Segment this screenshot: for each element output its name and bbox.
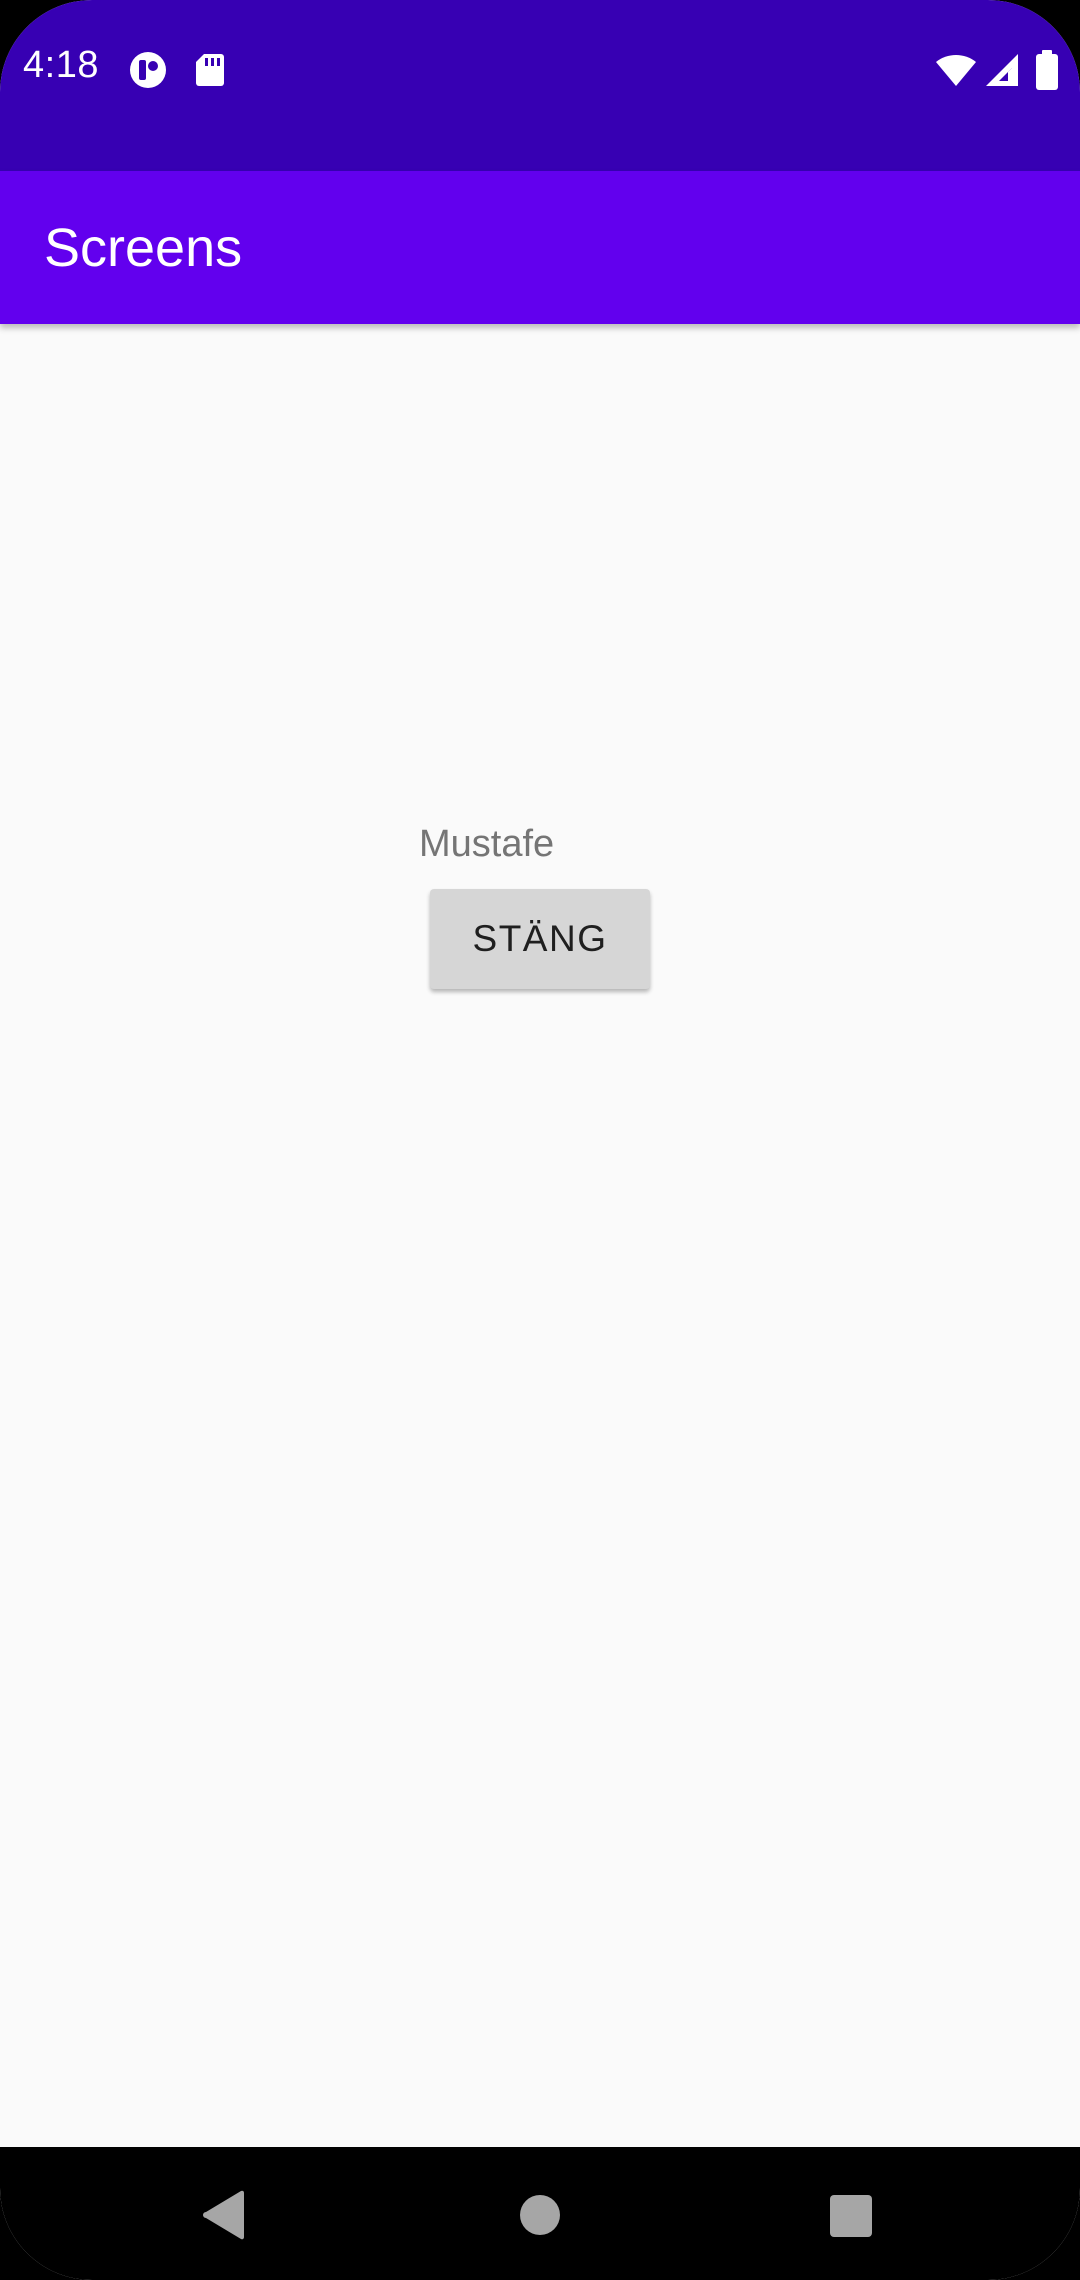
status-bar: 4:18	[0, 0, 1080, 171]
app-bar: Screens	[0, 171, 1080, 324]
recents-icon[interactable]	[820, 2185, 880, 2245]
notification-app-icon	[128, 50, 168, 90]
name-label: Mustafe	[419, 823, 555, 865]
wifi-icon	[934, 50, 978, 90]
home-icon[interactable]	[510, 2185, 570, 2245]
app-title: Screens	[44, 218, 243, 278]
content-area	[0, 324, 1080, 2147]
close-button[interactable]: STÄNG	[430, 889, 650, 989]
status-time: 4:18	[23, 44, 99, 86]
cell-signal-icon	[982, 50, 1022, 90]
phone-screen: 4:18 Screens Mustafe STÄNG	[0, 0, 1080, 2280]
sd-card-icon	[190, 50, 230, 90]
battery-icon	[1034, 50, 1060, 90]
back-icon[interactable]	[196, 2185, 256, 2245]
